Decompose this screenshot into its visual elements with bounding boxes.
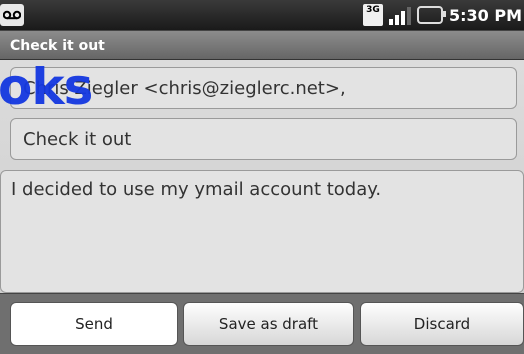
subject-field[interactable]: Check it out — [10, 118, 517, 160]
to-field[interactable]: Chris Ziegler <chris@zieglerc.net>, — [10, 67, 517, 109]
save-draft-button[interactable]: Save as draft — [183, 302, 354, 346]
button-bar: Send Save as draft Discard — [0, 293, 524, 354]
body-field[interactable]: I decided to use my ymail account today. — [0, 170, 524, 293]
clock: 5:30 PM — [448, 5, 522, 25]
send-button[interactable]: Send — [10, 302, 178, 346]
signal-strength-icon — [388, 5, 411, 25]
3g-network-icon: 3G — [362, 4, 383, 26]
discard-button[interactable]: Discard — [360, 302, 524, 346]
compose-form: Chris Ziegler <chris@zieglerc.net>, Chec… — [0, 60, 524, 293]
voicemail-notification-icon[interactable] — [0, 4, 24, 26]
window-title: Check it out — [0, 30, 524, 60]
status-indicators: 3G 5:30 PM — [362, 0, 524, 30]
battery-icon — [416, 6, 446, 24]
status-bar: 3G 5:30 PM — [0, 0, 524, 30]
